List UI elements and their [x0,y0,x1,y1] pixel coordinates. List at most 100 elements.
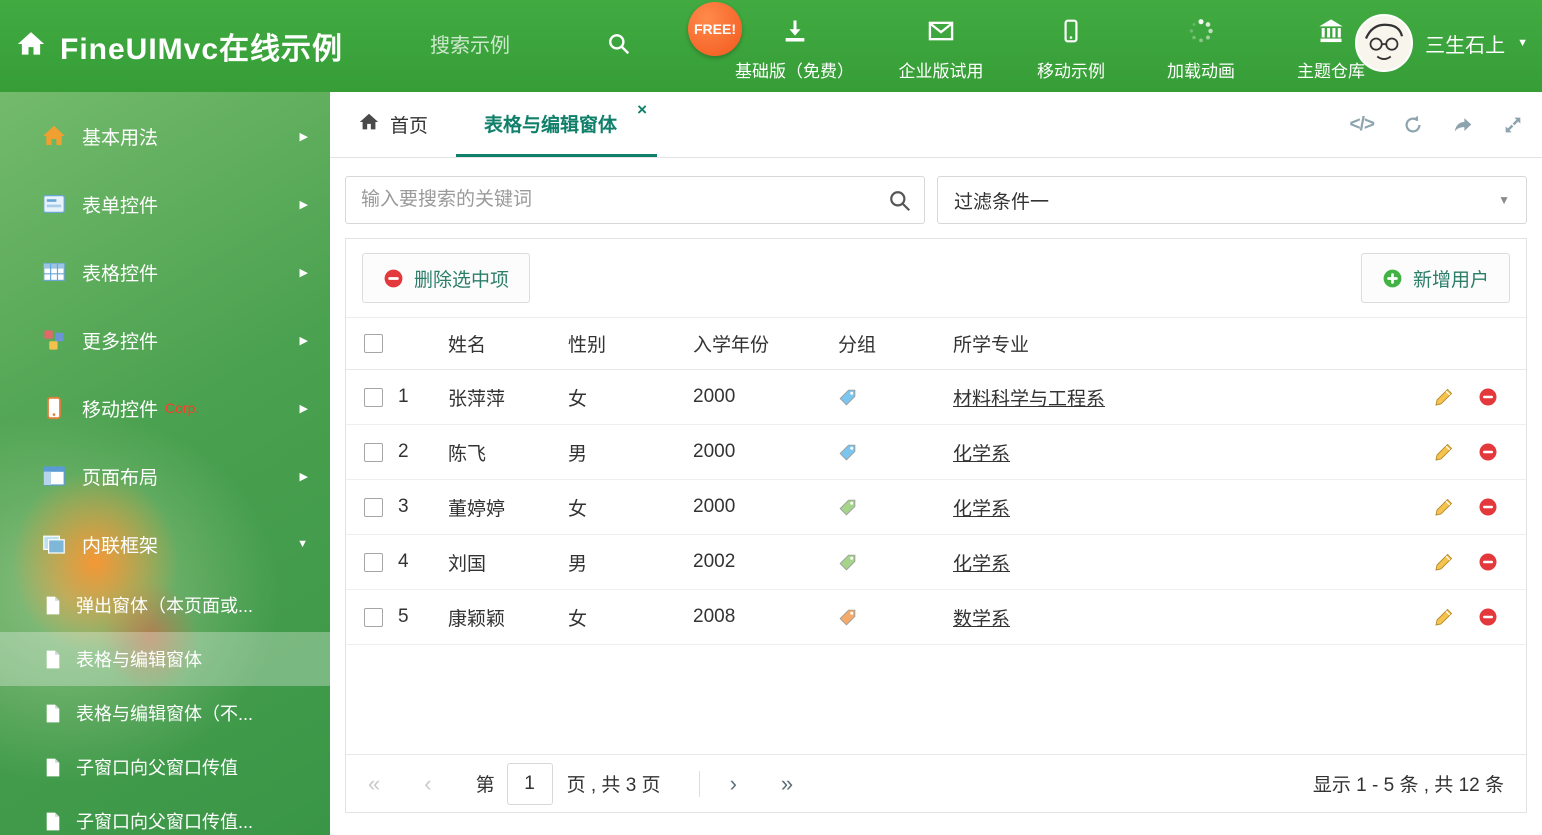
nav-label: 基础版（免费） [735,62,854,81]
edit-icon[interactable] [1434,607,1454,627]
share-icon[interactable] [1452,114,1474,136]
sidebar-item-basic-usage[interactable]: 基本用法 ▶ [0,102,330,170]
delete-icon[interactable] [1478,552,1498,572]
table-header-row: 姓名 性别 入学年份 分组 所学专业 [346,317,1526,370]
table-row: 5 康颖颖 女 2008 数学系 [346,589,1526,645]
edit-icon[interactable] [1434,442,1454,462]
last-page-button[interactable]: » [781,772,793,795]
sidebar-item-mobile-controls[interactable]: 移动控件 Corp. ▶ [0,374,330,442]
prev-page-button[interactable]: ‹ [424,772,431,795]
tab-home[interactable]: 首页 [330,92,456,157]
nav-label: 移动示例 [1037,62,1105,81]
row-checkbox[interactable] [364,387,383,407]
row-index: 2 [398,424,448,480]
file-icon [44,649,62,670]
row-gender: 女 [568,589,693,645]
nav-loading-animation[interactable]: 加载动画 [1158,17,1244,82]
file-icon [44,757,62,778]
sidebar-item-label: 更多控件 [82,331,159,353]
row-index: 3 [398,479,448,535]
file-icon [44,811,62,832]
sidebar: 基本用法 ▶ 表单控件 ▶ 表格控件 ▶ 更多控件 ▶ 移动控件 Corp. ▶… [0,92,330,835]
first-page-button[interactable]: « [368,772,380,795]
user-menu[interactable]: 三生石上 ▼ [1355,14,1528,72]
sidebar-item-grid-controls[interactable]: 表格控件 ▶ [0,238,330,306]
sidebar-subitem-child-to-parent-2[interactable]: 子窗口向父窗口传值... [0,794,330,835]
sidebar-subitem-grid-edit-window[interactable]: 表格与编辑窗体 [0,632,330,686]
delete-icon[interactable] [1478,497,1498,517]
header-search-input[interactable] [430,26,585,66]
expand-icon[interactable] [1502,114,1524,136]
column-header-group[interactable]: 分组 [838,317,953,370]
sidebar-subitem-label: 子窗口向父窗口传值 [76,758,238,778]
row-checkbox[interactable] [364,552,383,572]
sidebar-nav: 基本用法 ▶ 表单控件 ▶ 表格控件 ▶ 更多控件 ▶ 移动控件 Corp. ▶… [0,92,330,835]
filter-dropdown[interactable]: 过滤条件一 ▼ [937,176,1527,224]
sidebar-subitem-label: 表格与编辑窗体（不... [76,704,254,724]
sidebar-subitem-grid-edit-window-2[interactable]: 表格与编辑窗体（不... [0,686,330,740]
column-header-year[interactable]: 入学年份 [693,317,838,370]
column-header-gender[interactable]: 性别 [568,317,693,370]
row-gender: 女 [568,369,693,425]
row-checkbox[interactable] [364,442,383,462]
delete-icon[interactable] [1478,442,1498,462]
edit-icon[interactable] [1434,497,1454,517]
app-title: FineUIMvc在线示例 [60,33,344,66]
view-source-icon[interactable]: </> [1350,114,1376,136]
mobile-icon [42,396,66,420]
major-link[interactable]: 数学系 [953,609,1010,630]
major-link[interactable]: 材料科学与工程系 [953,389,1105,410]
sidebar-item-form-controls[interactable]: 表单控件 ▶ [0,170,330,238]
sidebar-item-label: 表格控件 [82,263,159,285]
sidebar-item-iframe[interactable]: 内联框架 ▼ [0,510,330,578]
sidebar-subitem-child-to-parent[interactable]: 子窗口向父窗口传值 [0,740,330,794]
nav-label: 加载动画 [1167,62,1235,81]
keyword-search-input[interactable] [345,176,925,224]
layout-icon [42,464,66,488]
tag-icon[interactable] [838,553,953,572]
table-row: 3 董婷婷 女 2000 化学系 [346,479,1526,535]
delete-icon[interactable] [1478,607,1498,627]
refresh-icon[interactable] [1402,114,1424,136]
tag-icon[interactable] [838,388,953,407]
sidebar-item-more-controls[interactable]: 更多控件 ▶ [0,306,330,374]
column-header-name[interactable]: 姓名 [448,317,568,370]
tag-icon[interactable] [838,498,953,517]
tag-icon[interactable] [838,608,953,627]
major-link[interactable]: 化学系 [953,554,1010,575]
bank-icon [1316,17,1346,50]
delete-selected-button[interactable]: 删除选中项 [362,253,531,303]
major-link[interactable]: 化学系 [953,499,1010,520]
edit-icon[interactable] [1434,387,1454,407]
page-prefix-label: 第 [475,775,495,796]
row-year: 2000 [693,369,838,425]
search-icon[interactable] [607,32,631,61]
record-summary: 显示 1 - 5 条 , 共 12 条 [1312,775,1504,796]
major-link[interactable]: 化学系 [953,444,1010,465]
sidebar-subitem-popup-window[interactable]: 弹出窗体（本页面或... [0,578,330,632]
add-user-button[interactable]: 新增用户 [1360,253,1510,303]
next-page-button[interactable]: › [730,772,737,795]
sidebar-subitem-label: 子窗口向父窗口传值... [76,812,254,832]
row-checkbox[interactable] [364,607,383,627]
tag-icon[interactable] [838,443,953,462]
sidebar-item-page-layout[interactable]: 页面布局 ▶ [0,442,330,510]
brand[interactable]: FineUIMvc在线示例 [16,0,343,92]
tab-grid-edit-window[interactable]: 表格与编辑窗体 × [456,92,658,157]
home-icon [16,29,46,64]
select-all-checkbox[interactable] [364,334,383,353]
table-row: 2 陈飞 男 2000 化学系 [346,424,1526,480]
close-icon[interactable]: × [637,100,647,120]
delete-icon[interactable] [1478,387,1498,407]
nav-mobile-demo[interactable]: 移动示例 [1028,17,1114,82]
row-name: 陈飞 [448,424,568,480]
page-number-input[interactable] [506,762,553,805]
search-icon[interactable] [888,189,912,218]
row-checkbox[interactable] [364,497,383,517]
nav-enterprise-trial[interactable]: 企业版试用 [898,17,984,82]
sidebar-item-label: 页面布局 [82,467,159,489]
edit-icon[interactable] [1434,552,1454,572]
column-header-major[interactable]: 所学专业 [953,317,1410,370]
nav-basic-free[interactable]: 基础版（免费） [735,17,854,82]
plus-circle-icon [1383,269,1402,287]
